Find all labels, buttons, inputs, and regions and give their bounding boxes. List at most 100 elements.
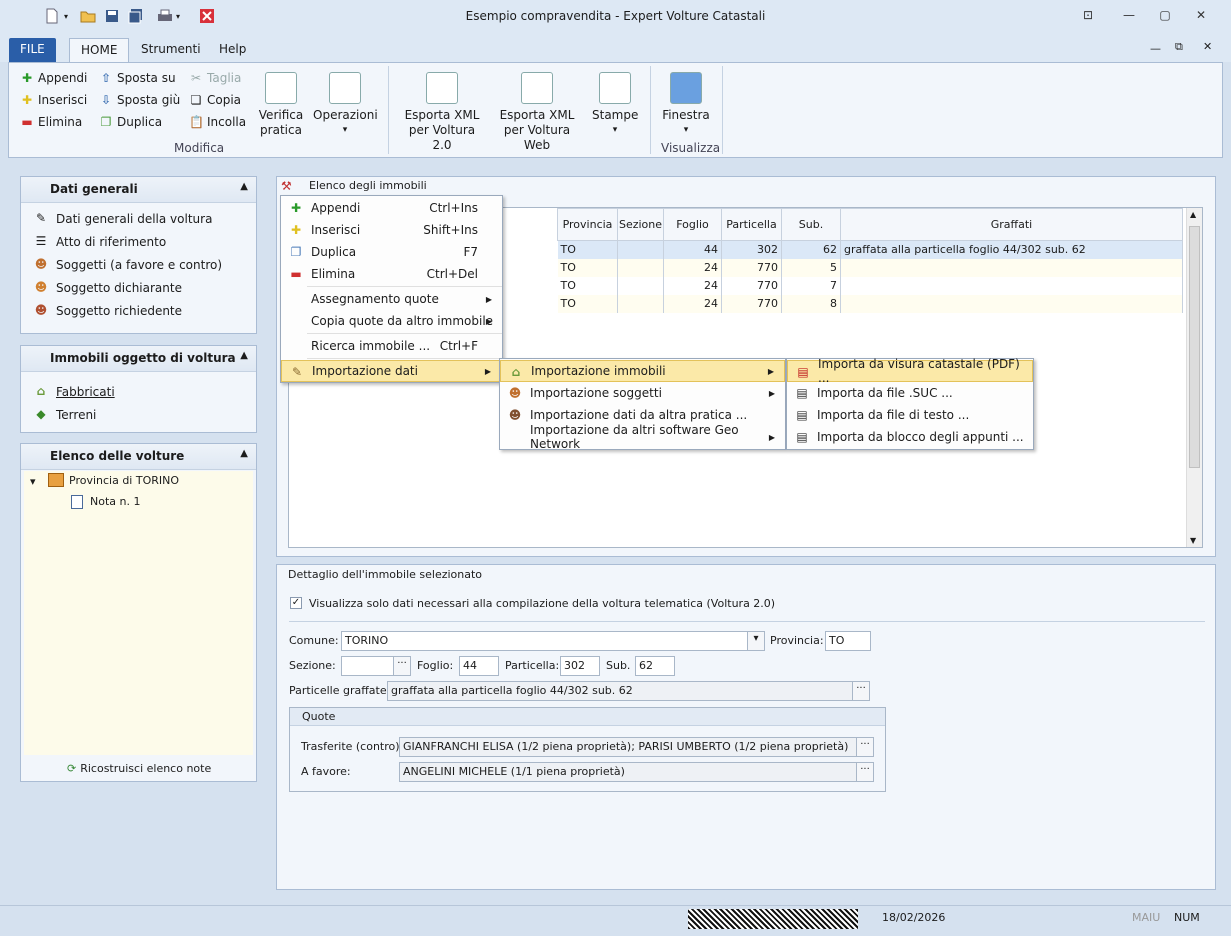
- sposta-su-button[interactable]: ⇧ Sposta su: [99, 67, 180, 89]
- nav-soggetto-dichiarante[interactable]: ☻ Soggetto dichiarante: [21, 276, 256, 299]
- esporta-xml-web-button[interactable]: Esporta XML per Voltura Web: [492, 72, 582, 153]
- menu-item-appendi[interactable]: ✚ Appendi Ctrl+Ins: [281, 197, 502, 219]
- collapse-icon[interactable]: ▲: [240, 448, 248, 459]
- nav-fabbricati[interactable]: ⌂ Fabbricati: [21, 380, 256, 403]
- tab-strumenti[interactable]: Strumenti: [130, 38, 212, 62]
- col-particella[interactable]: Particella: [721, 208, 782, 241]
- sposta-giu-button[interactable]: ⇩ Sposta giù: [99, 89, 180, 111]
- dropdown-arrow-icon[interactable]: ▾: [64, 12, 72, 28]
- dropdown-arrow-icon[interactable]: ▾: [176, 12, 184, 28]
- scroll-up-icon[interactable]: ▲: [1190, 210, 1196, 219]
- col-foglio[interactable]: Foglio: [663, 208, 722, 241]
- collapse-icon[interactable]: ▲: [240, 181, 248, 192]
- tree-root[interactable]: Provincia di TORINO: [69, 474, 179, 487]
- sezione-browse-button[interactable]: ···: [393, 656, 411, 676]
- insert-icon: ✚: [290, 223, 302, 237]
- submenu-item-file-testo[interactable]: ▤ Importa da file di testo ...: [787, 404, 1033, 426]
- graffate-field[interactable]: graffata alla particella foglio 44/302 s…: [387, 681, 853, 701]
- exit-icon[interactable]: [199, 8, 215, 24]
- collapse-icon[interactable]: ▲: [240, 350, 248, 361]
- comune-dropdown[interactable]: ▾: [747, 631, 765, 651]
- new-document-icon[interactable]: [44, 8, 60, 24]
- menu-label: Inserisci: [311, 223, 361, 237]
- menu-item-assegnamento-quote[interactable]: Assegnamento quote ▶: [281, 288, 502, 310]
- menu-item-ricerca[interactable]: Ricerca immobile ... Ctrl+F: [281, 335, 502, 357]
- rebuild-button[interactable]: ⟳ Ricostruisci elenco note: [67, 762, 211, 775]
- checklist-icon: [265, 72, 297, 104]
- submenu-item-importazione-soggetti[interactable]: ☻ Importazione soggetti ▶: [500, 382, 785, 404]
- submenu-item-appunti[interactable]: ▤ Importa da blocco degli appunti ...: [787, 426, 1033, 448]
- table-row[interactable]: TO 24 770 5: [557, 258, 1183, 277]
- stampe-button[interactable]: Stampe ▾: [592, 72, 638, 138]
- duplica-button[interactable]: ❐ Duplica: [99, 111, 180, 133]
- finestra-button[interactable]: Finestra ▾: [660, 72, 712, 138]
- scroll-down-icon[interactable]: ▼: [1190, 536, 1196, 545]
- nav-soggetti[interactable]: ☻ Soggetti (a favore e contro): [21, 253, 256, 276]
- print-icon[interactable]: [157, 8, 173, 24]
- favore-browse-button[interactable]: ···: [856, 762, 874, 782]
- copia-button[interactable]: ❏ Copia: [189, 89, 246, 111]
- immobili-header[interactable]: Immobili oggetto di voltura ▲: [21, 346, 256, 372]
- col-graffati[interactable]: Graffati: [840, 208, 1183, 241]
- trasferite-browse-button[interactable]: ···: [856, 737, 874, 757]
- table-row[interactable]: TO 44 302 62 graffata alla particella foglio…: [557, 240, 1183, 259]
- col-sub[interactable]: Sub.: [781, 208, 841, 241]
- tree-expander-icon[interactable]: ▾: [30, 475, 36, 488]
- tab-help[interactable]: Help: [208, 38, 257, 62]
- operazioni-button[interactable]: Operazioni ▾: [313, 72, 378, 138]
- nav-dati-generali-voltura[interactable]: ✎ Dati generali della voltura: [21, 207, 256, 230]
- vertical-scrollbar[interactable]: ▲ ▼: [1186, 208, 1202, 547]
- ribbon-minimize-icon[interactable]: —: [1150, 42, 1161, 55]
- volture-header[interactable]: Elenco delle volture ▲: [21, 444, 256, 470]
- menu-item-importazione-dati[interactable]: ✎ Importazione dati ▶: [281, 360, 502, 382]
- sezione-field[interactable]: [341, 656, 394, 676]
- verifica-pratica-button[interactable]: Verifica pratica: [255, 72, 307, 138]
- menu-item-duplica[interactable]: ❐ Duplica F7: [281, 241, 502, 263]
- save-icon[interactable]: [104, 8, 120, 24]
- menu-item-inserisci[interactable]: ✚ Inserisci Shift+Ins: [281, 219, 502, 241]
- favore-field[interactable]: ANGELINI MICHELE (1/1 piena proprietà): [399, 762, 857, 782]
- close-icon[interactable]: ✕: [1193, 8, 1209, 24]
- appendi-button[interactable]: ✚ Appendi: [20, 67, 87, 89]
- dati-generali-header[interactable]: Dati generali ▲: [21, 177, 256, 203]
- elimina-button[interactable]: ▬ Elimina: [20, 111, 87, 133]
- save-all-icon[interactable]: [128, 8, 144, 24]
- minimize-icon[interactable]: —: [1121, 8, 1137, 24]
- tab-file[interactable]: FILE: [9, 38, 56, 62]
- nav-soggetto-richiedente[interactable]: ☻ Soggetto richiedente: [21, 299, 256, 322]
- menu-item-elimina[interactable]: ▬ Elimina Ctrl+Del: [281, 263, 502, 285]
- menu-shortcut: Shift+Ins: [423, 223, 478, 237]
- submenu-item-visura-pdf[interactable]: ▤ Importa da visura catastale (PDF) ...: [787, 357, 1033, 385]
- taglia-button[interactable]: ✂ Taglia: [189, 67, 246, 89]
- provincia-field[interactable]: TO: [825, 631, 871, 651]
- table-row[interactable]: TO 24 770 7: [557, 276, 1183, 295]
- maximize-icon[interactable]: ▢: [1157, 8, 1173, 24]
- inserisci-button[interactable]: ✚ Inserisci: [20, 89, 87, 111]
- table-row[interactable]: TO 24 770 8: [557, 294, 1183, 313]
- tab-home[interactable]: HOME: [69, 38, 130, 62]
- submenu-item-importazione-immobili[interactable]: ⌂ Importazione immobili ▶: [500, 360, 785, 382]
- col-sezione[interactable]: Sezione: [617, 208, 664, 241]
- tree-child[interactable]: Nota n. 1: [90, 495, 140, 508]
- menu-item-copia-quote[interactable]: Copia quote da altro immobile ▶: [281, 310, 502, 332]
- xmlweb-label-1: Esporta XML: [499, 108, 575, 122]
- particella-field[interactable]: 302: [560, 656, 600, 676]
- nav-atto-riferimento[interactable]: ☰ Atto di riferimento: [21, 230, 256, 253]
- scroll-thumb[interactable]: [1189, 226, 1200, 468]
- submenu-item-geo-network[interactable]: Importazione da altri software Geo Netwo…: [500, 423, 785, 451]
- graffate-browse-button[interactable]: ···: [852, 681, 870, 701]
- ribbon-restore-icon[interactable]: ⧉: [1175, 40, 1183, 54]
- trasferite-field[interactable]: GIANFRANCHI ELISA (1/2 piena proprietà);…: [399, 737, 857, 757]
- comune-field[interactable]: TORINO: [341, 631, 749, 651]
- submenu-item-file-suc[interactable]: ▤ Importa da file .SUC ...: [787, 382, 1033, 404]
- incolla-button[interactable]: 📋 Incolla: [189, 111, 246, 133]
- checkbox-voltura[interactable]: ✓: [290, 597, 302, 609]
- col-provincia[interactable]: Provincia: [557, 208, 618, 241]
- ribbon-close-icon[interactable]: ✕: [1203, 40, 1212, 53]
- sub-field[interactable]: 62: [635, 656, 675, 676]
- restore-layout-icon[interactable]: ⊡: [1080, 8, 1096, 24]
- nav-terreni[interactable]: ◆ Terreni: [21, 403, 256, 426]
- open-folder-icon[interactable]: [80, 8, 96, 24]
- esporta-xml-20-button[interactable]: Esporta XML per Voltura 2.0: [400, 72, 484, 153]
- foglio-field[interactable]: 44: [459, 656, 499, 676]
